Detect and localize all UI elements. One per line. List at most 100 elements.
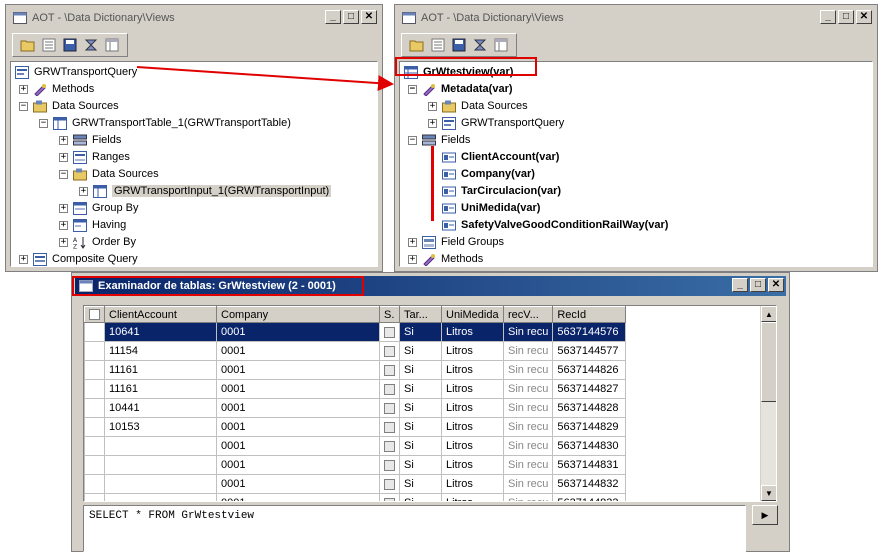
cell-tar[interactable]: Si	[399, 436, 442, 456]
row-checkbox[interactable]	[384, 326, 395, 338]
cell-tar[interactable]: Si	[399, 398, 442, 418]
cell-company[interactable]: 0001	[216, 455, 380, 475]
cell-s[interactable]	[379, 341, 400, 361]
expand-icon[interactable]: +	[59, 152, 68, 162]
cell-company[interactable]: 0001	[216, 341, 380, 361]
cell-recid[interactable]: 5637144833	[552, 493, 627, 501]
compile-icon[interactable]	[82, 36, 100, 54]
cell-company[interactable]: 0001	[216, 417, 380, 437]
table-browser-icon[interactable]	[103, 36, 121, 54]
tree-node-ranges[interactable]: + Ranges	[59, 149, 130, 165]
cell-recv[interactable]: Sin recu	[502, 322, 554, 342]
row-marker[interactable]	[84, 417, 105, 437]
cell-s[interactable]	[379, 417, 400, 437]
cell-recid[interactable]: 5637144826	[552, 360, 627, 380]
cell-recv[interactable]: Sin recu	[502, 493, 554, 501]
column-header[interactable]: RecId	[552, 306, 627, 323]
table-row[interactable]: 10153 0001 Si Litros Sin recu 5637144829	[84, 417, 627, 437]
table-row[interactable]: 11154 0001 Si Litros Sin recu 5637144577	[84, 341, 627, 361]
expand-icon[interactable]: +	[59, 135, 68, 145]
row-marker[interactable]	[84, 436, 105, 456]
cell-recv[interactable]: Sin recu	[502, 360, 554, 380]
cell-recv[interactable]: Sin recu	[502, 417, 554, 437]
sql-query-input[interactable]: SELECT * FROM GrWtestview	[83, 505, 746, 552]
row-checkbox[interactable]	[384, 440, 395, 452]
maximize-button[interactable]: □	[838, 10, 854, 24]
cell-company[interactable]: 0001	[216, 436, 380, 456]
row-marker[interactable]	[84, 360, 105, 380]
select-all-header[interactable]	[84, 306, 105, 323]
cell-tar[interactable]: Si	[399, 474, 442, 494]
cell-client-account[interactable]: 11161	[104, 379, 217, 399]
tree-node-fields[interactable]: − Fields	[408, 132, 470, 148]
cell-recid[interactable]: 5637144832	[552, 474, 627, 494]
expand-icon[interactable]: +	[428, 101, 437, 111]
scroll-down-button[interactable]: ▼	[761, 485, 776, 501]
expand-icon[interactable]: +	[428, 118, 437, 128]
column-header[interactable]: Company	[216, 306, 380, 323]
cell-recid[interactable]: 5637144830	[552, 436, 627, 456]
tree-node-data-sources[interactable]: − Data Sources	[19, 98, 119, 114]
save-icon[interactable]	[450, 36, 468, 54]
scroll-up-button[interactable]: ▲	[761, 306, 776, 322]
collapse-icon[interactable]: −	[408, 135, 417, 145]
cell-tar[interactable]: Si	[399, 493, 442, 501]
column-header[interactable]: recV...	[502, 306, 554, 323]
collapse-icon[interactable]: −	[59, 169, 68, 179]
tree-node-transport-table[interactable]: − GRWTransportTable_1(GRWTransportTable)	[39, 115, 291, 131]
tree-node-field-groups[interactable]: + Field Groups	[408, 234, 504, 250]
table-row[interactable]: 10641 0001 Si Litros Sin recu 5637144576	[84, 322, 627, 342]
column-header[interactable]: UniMedida	[441, 306, 504, 323]
scroll-thumb[interactable]	[761, 322, 776, 402]
cell-company[interactable]: 0001	[216, 493, 380, 501]
tree-node-query[interactable]: + GRWTransportQuery	[428, 115, 564, 131]
cell-tar[interactable]: Si	[399, 341, 442, 361]
expand-icon[interactable]: +	[19, 254, 28, 264]
cell-recid[interactable]: 5637144828	[552, 398, 627, 418]
tree-node-fields[interactable]: + Fields	[59, 132, 121, 148]
tree-node-field-client-account[interactable]: ClientAccount(var)	[442, 149, 559, 165]
cell-s[interactable]	[379, 379, 400, 399]
run-query-button[interactable]: ▶	[752, 505, 778, 525]
cell-recid[interactable]: 5637144827	[552, 379, 627, 399]
table-row[interactable]: 0001 Si Litros Sin recu 5637144833	[84, 493, 627, 501]
cell-client-account[interactable]	[104, 455, 217, 475]
cell-tar[interactable]: Si	[399, 360, 442, 380]
cell-uni-medida[interactable]: Litros	[441, 379, 504, 399]
table-browser-icon[interactable]	[492, 36, 510, 54]
row-checkbox[interactable]	[384, 345, 395, 357]
cell-tar[interactable]: Si	[399, 455, 442, 475]
compile-icon[interactable]	[471, 36, 489, 54]
cell-recv[interactable]: Sin recu	[502, 341, 554, 361]
maximize-button[interactable]: □	[750, 278, 766, 292]
expand-icon[interactable]: +	[408, 254, 417, 264]
row-checkbox[interactable]	[384, 478, 395, 490]
cell-uni-medida[interactable]: Litros	[441, 398, 504, 418]
table-row[interactable]: 0001 Si Litros Sin recu 5637144831	[84, 455, 627, 475]
cell-recv[interactable]: Sin recu	[502, 436, 554, 456]
cell-recid[interactable]: 5637144831	[552, 455, 627, 475]
minimize-button[interactable]: _	[820, 10, 836, 24]
cell-client-account[interactable]	[104, 474, 217, 494]
row-marker[interactable]	[84, 322, 105, 342]
maximize-button[interactable]: □	[343, 10, 359, 24]
left-title-bar[interactable]: AOT - \Data Dictionary\Views _ □ ✕	[9, 8, 379, 28]
open-icon[interactable]	[19, 36, 37, 54]
cell-tar[interactable]: Si	[399, 379, 442, 399]
cell-s[interactable]	[379, 474, 400, 494]
cell-client-account[interactable]	[104, 436, 217, 456]
row-checkbox[interactable]	[384, 402, 395, 414]
minimize-button[interactable]: _	[325, 10, 341, 24]
cell-s[interactable]	[379, 360, 400, 380]
tree-node-data-sources[interactable]: + Data Sources	[428, 98, 528, 114]
close-button[interactable]: ✕	[768, 278, 784, 292]
save-icon[interactable]	[61, 36, 79, 54]
cell-client-account[interactable]: 11154	[104, 341, 217, 361]
row-checkbox[interactable]	[384, 459, 395, 471]
cell-recv[interactable]: Sin recu	[502, 474, 554, 494]
minimize-button[interactable]: _	[732, 278, 748, 292]
column-header[interactable]: ClientAccount	[104, 306, 217, 323]
table-row[interactable]: 0001 Si Litros Sin recu 5637144830	[84, 436, 627, 456]
properties-icon[interactable]	[40, 36, 58, 54]
row-marker[interactable]	[84, 398, 105, 418]
